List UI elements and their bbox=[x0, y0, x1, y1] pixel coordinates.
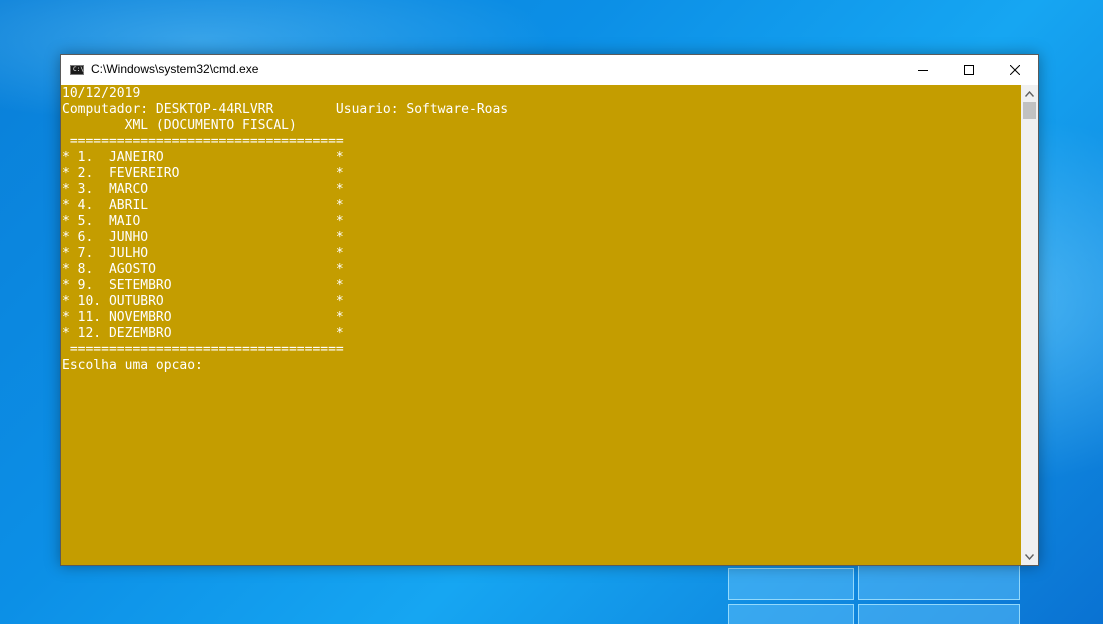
menu-option-11: * 11. NOVEMBRO * bbox=[62, 310, 344, 325]
window-title: C:\Windows\system32\cmd.exe bbox=[91, 62, 259, 76]
vertical-scrollbar[interactable] bbox=[1021, 85, 1038, 565]
menu-option-9: * 9. SETEMBRO * bbox=[62, 278, 344, 293]
minimize-icon bbox=[918, 70, 928, 71]
console-line-separator-top: =================================== bbox=[62, 134, 344, 149]
menu-option-2: * 2. FEVEREIRO * bbox=[62, 166, 344, 181]
minimize-button[interactable] bbox=[900, 55, 946, 85]
maximize-button[interactable] bbox=[946, 55, 992, 85]
windows-logo bbox=[728, 560, 1028, 624]
close-icon bbox=[1010, 65, 1020, 75]
console-area[interactable]: 10/12/2019 Computador: DESKTOP-44RLVRR Us… bbox=[61, 85, 1038, 565]
console-line-computer-user: Computador: DESKTOP-44RLVRR Usuario: Sof… bbox=[62, 102, 509, 117]
console-output[interactable]: 10/12/2019 Computador: DESKTOP-44RLVRR Us… bbox=[62, 86, 1018, 562]
chevron-down-icon bbox=[1025, 553, 1034, 560]
chevron-up-icon bbox=[1025, 90, 1034, 97]
input-prompt[interactable]: Escolha uma opcao: bbox=[62, 358, 1018, 374]
console-line-heading: XML (DOCUMENTO FISCAL) bbox=[62, 118, 297, 133]
scroll-up-button[interactable] bbox=[1021, 85, 1038, 102]
title-bar[interactable]: C:\ C:\Windows\system32\cmd.exe bbox=[61, 55, 1038, 85]
menu-option-4: * 4. ABRIL * bbox=[62, 198, 344, 213]
console-line-date: 10/12/2019 bbox=[62, 86, 141, 101]
menu-option-10: * 10. OUTUBRO * bbox=[62, 294, 344, 309]
menu-option-12: * 12. DEZEMBRO * bbox=[62, 326, 344, 341]
menu-option-5: * 5. MAIO * bbox=[62, 214, 344, 229]
menu-option-7: * 7. JULHO * bbox=[62, 246, 344, 261]
cmd-icon[interactable]: C:\ bbox=[70, 65, 84, 75]
maximize-icon bbox=[964, 65, 974, 75]
menu-option-8: * 8. AGOSTO * bbox=[62, 262, 344, 277]
menu-option-3: * 3. MARCO * bbox=[62, 182, 344, 197]
scroll-thumb[interactable] bbox=[1023, 102, 1036, 119]
scroll-down-button[interactable] bbox=[1021, 548, 1038, 565]
cmd-window: C:\ C:\Windows\system32\cmd.exe 10/12/20… bbox=[60, 54, 1039, 566]
close-button[interactable] bbox=[992, 55, 1038, 85]
menu-option-6: * 6. JUNHO * bbox=[62, 230, 344, 245]
menu-option-1: * 1. JANEIRO * bbox=[62, 150, 344, 165]
console-line-separator-bottom: =================================== bbox=[62, 342, 344, 357]
